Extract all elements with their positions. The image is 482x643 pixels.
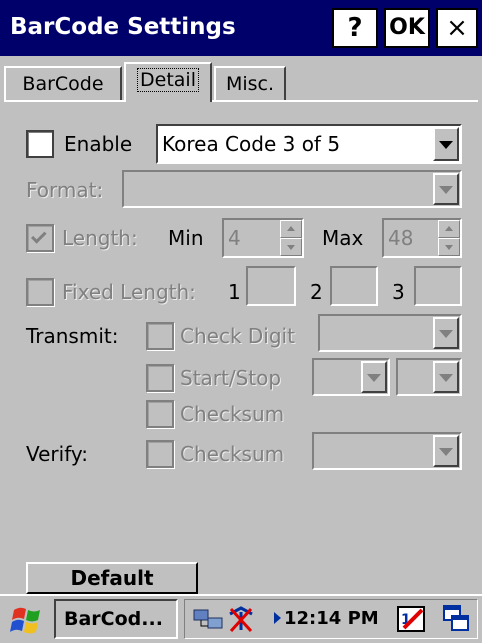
fixed-length-2-input[interactable]	[330, 266, 378, 306]
start-stop-checkbox[interactable]	[146, 364, 174, 392]
fixed-length-3-input[interactable]	[414, 266, 462, 306]
code-type-dropdown-button[interactable]	[433, 127, 459, 161]
tab-barcode-label: BarCode	[22, 73, 104, 95]
start-char-dropdown-button[interactable]	[361, 361, 387, 393]
check-digit-dropdown[interactable]	[318, 314, 462, 352]
help-button[interactable]: ?	[332, 8, 378, 48]
check-digit-dropdown-button[interactable]	[433, 317, 459, 349]
min-label: Min	[168, 226, 204, 250]
start-button[interactable]	[8, 604, 46, 636]
window-title: BarCode Settings	[10, 14, 236, 40]
chevron-down-icon	[439, 141, 453, 149]
signal-off-icon[interactable]	[226, 604, 256, 638]
min-length-spin-buttons[interactable]	[280, 220, 302, 256]
chevron-down-icon	[439, 374, 453, 382]
tab-detail-label: Detail	[137, 68, 199, 92]
min-length-value: 4	[228, 226, 241, 250]
stop-char-dropdown-button[interactable]	[433, 361, 459, 393]
transmit-checksum-checkbox[interactable]	[146, 400, 174, 428]
default-button[interactable]: Default	[26, 562, 198, 594]
fixed-length-2-label: 2	[310, 280, 323, 304]
chevron-down-icon	[439, 448, 453, 456]
tab-barcode[interactable]: BarCode	[4, 66, 122, 102]
max-length-spinner[interactable]: 48	[382, 218, 462, 258]
chevron-down-icon	[439, 186, 453, 194]
verify-checksum-dropdown-button[interactable]	[433, 435, 459, 467]
max-length-spin-buttons[interactable]	[438, 220, 460, 256]
stop-char-dropdown[interactable]	[396, 358, 462, 396]
check-digit-label: Check Digit	[180, 324, 295, 348]
close-button[interactable]: ×	[436, 8, 478, 48]
check-digit-checkbox[interactable]	[146, 322, 174, 350]
fixed-length-checkbox[interactable]	[26, 278, 54, 306]
checkmark-icon	[31, 228, 47, 244]
fixed-length-label: Fixed Length:	[62, 280, 196, 304]
input-panel-icon[interactable]: 1	[396, 604, 428, 638]
fixed-length-1-label: 1	[228, 280, 241, 304]
start-char-dropdown[interactable]	[312, 358, 390, 396]
windows-flag-icon	[10, 607, 40, 634]
length-checkbox[interactable]	[26, 224, 54, 252]
format-label: Format:	[26, 178, 104, 202]
network-icon[interactable]	[192, 606, 226, 638]
chevron-down-icon	[367, 374, 381, 382]
verify-checksum-dropdown[interactable]	[312, 432, 462, 470]
max-label: Max	[322, 226, 364, 250]
enable-checkbox[interactable]	[26, 130, 54, 158]
length-label: Length:	[62, 226, 138, 250]
clock[interactable]: 12:14 PM	[284, 607, 379, 631]
transmit-checksum-label: Checksum	[180, 402, 285, 426]
tab-misc-label: Misc.	[225, 73, 275, 95]
start-stop-label: Start/Stop	[180, 366, 282, 390]
code-type-value: Korea Code 3 of 5	[162, 132, 341, 156]
chevron-down-icon	[439, 330, 453, 338]
tray-arrow-icon[interactable]	[274, 612, 281, 624]
verify-checksum-label: Checksum	[180, 442, 285, 466]
tab-misc[interactable]: Misc.	[214, 66, 286, 102]
ok-button[interactable]: OK	[384, 8, 430, 48]
min-length-spinner[interactable]: 4	[222, 218, 304, 258]
max-length-value: 48	[388, 226, 414, 250]
taskbar-app-button[interactable]: BarCod...	[54, 599, 178, 639]
verify-label: Verify:	[26, 442, 89, 466]
format-dropdown-button[interactable]	[433, 173, 459, 205]
enable-label: Enable	[64, 132, 133, 156]
fixed-length-1-input[interactable]	[246, 266, 296, 306]
format-dropdown[interactable]	[122, 170, 462, 208]
windows-switch-icon[interactable]	[442, 604, 472, 638]
verify-checksum-checkbox[interactable]	[146, 440, 174, 468]
code-type-dropdown[interactable]: Korea Code 3 of 5	[156, 124, 462, 164]
transmit-label: Transmit:	[26, 324, 119, 348]
tab-detail[interactable]: Detail	[124, 62, 212, 102]
fixed-length-3-label: 3	[392, 280, 405, 304]
